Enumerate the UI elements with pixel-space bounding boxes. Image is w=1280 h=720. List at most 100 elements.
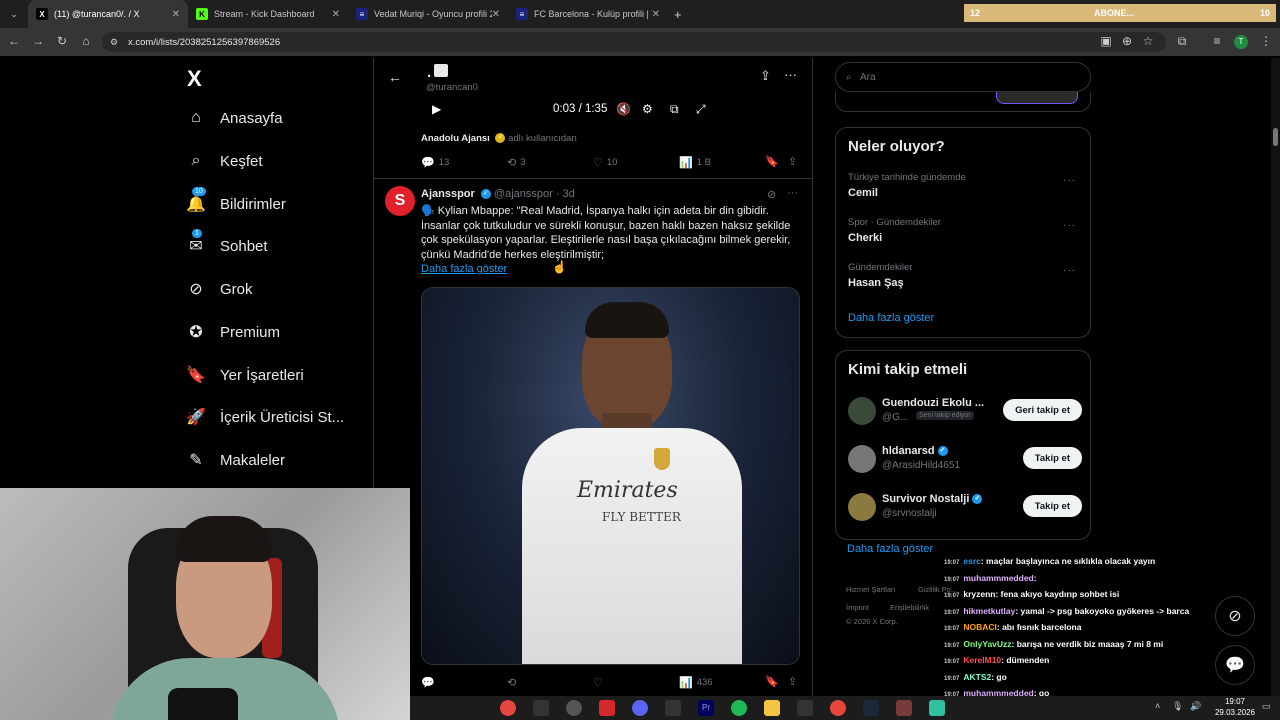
chat-username[interactable]: KerelM10 [963, 655, 1001, 665]
spotify-icon[interactable] [731, 700, 747, 716]
grok-fab[interactable]: ⊘ [1215, 596, 1255, 636]
cast-icon[interactable]: ▣ [1098, 34, 1114, 48]
app-red-icon[interactable] [599, 700, 615, 716]
tweet-image[interactable]: Emirates FLY BETTER [421, 287, 800, 665]
views-button[interactable]: 📊 436 [679, 676, 713, 689]
sidebar-item-8[interactable]: ✎ Makaleler [186, 450, 285, 470]
new-tab-button[interactable]: + [674, 7, 682, 22]
app-icon[interactable] [533, 700, 549, 716]
trend-more-icon[interactable]: ··· [1063, 220, 1076, 231]
author-handle[interactable]: @ajansspor [494, 188, 553, 200]
sidebar-item-0[interactable]: ⌂ Anasayfa [186, 108, 282, 128]
tray-up-icon[interactable]: ˄ [1155, 701, 1160, 711]
clock-time[interactable]: 19:07 [1215, 697, 1255, 706]
profile-avatar[interactable]: T [1234, 35, 1248, 49]
zoom-icon[interactable]: ⊕ [1119, 34, 1135, 48]
chrome-active-icon[interactable] [830, 700, 846, 716]
chat-username[interactable]: esrc [963, 556, 981, 566]
chrome-icon[interactable] [500, 700, 516, 716]
avatar[interactable] [848, 397, 876, 425]
notification-icon[interactable]: ▭ [1262, 701, 1271, 712]
sidebar-item-3[interactable]: ✉ 1 Sohbet [186, 229, 268, 256]
reading-list-icon[interactable]: ≡ [1209, 34, 1225, 48]
pip-icon[interactable]: ⧉ [670, 102, 679, 117]
tab-muriqi[interactable]: ≡ Vedat Muriqi - Oyuncu profili 2 ✕ [348, 0, 508, 28]
fullscreen-icon[interactable]: ⤢ [696, 102, 706, 117]
footer-terms-link[interactable]: Hizmet Şartları [846, 585, 896, 594]
sidebar-item-4[interactable]: ⊘ Grok [186, 279, 252, 299]
views-button[interactable]: 📊 1 B [679, 156, 711, 169]
sidebar-item-2[interactable]: 🔔 10 Bildirimler [186, 187, 286, 214]
sidebar-item-7[interactable]: 🚀 İçerik Üreticisi St... [186, 407, 344, 427]
sidebar-item-1[interactable]: ⌕ Keşfet [186, 151, 263, 171]
x-logo[interactable]: X [187, 66, 202, 92]
show-more-link[interactable]: Daha fazla göster [421, 263, 507, 275]
repost-button[interactable]: ⟲ [507, 676, 520, 689]
premiere-icon[interactable]: Pr [698, 700, 714, 716]
discord-icon[interactable] [632, 700, 648, 716]
share-icon[interactable]: ⇪ [788, 155, 797, 168]
mute-icon[interactable]: 🔇 [616, 102, 631, 116]
reload-icon[interactable]: ↻ [54, 34, 70, 48]
forward-icon[interactable]: → [30, 34, 46, 48]
clock-date[interactable]: 29.03.2026 [1210, 708, 1260, 717]
reply-button[interactable]: 💬 [421, 676, 439, 689]
obs-icon[interactable] [566, 700, 582, 716]
bookmark-star-icon[interactable]: ☆ [1140, 34, 1156, 48]
game-icon[interactable] [896, 700, 912, 716]
play-icon[interactable]: ▶ [432, 102, 441, 116]
author-name[interactable]: Ajansspor [421, 188, 475, 200]
url-input[interactable]: ⚙ x.com/i/lists/2038251256397869526 [102, 32, 1166, 52]
tweet-avatar[interactable]: S [385, 186, 415, 216]
app-icon[interactable] [797, 700, 813, 716]
messages-fab[interactable]: 💬 [1215, 645, 1255, 685]
close-tab-icon[interactable]: ✕ [652, 9, 660, 20]
like-button[interactable]: ♡ [593, 676, 607, 689]
more-icon[interactable]: ··· [784, 67, 797, 82]
close-tab-icon[interactable]: ✕ [332, 9, 340, 20]
trends-show-more-link[interactable]: Daha fazla göster [848, 312, 934, 324]
trend-more-icon[interactable]: ··· [1063, 265, 1076, 276]
footer-accessibility-link[interactable]: Erişilebilirlik [890, 603, 929, 612]
footer-imprint-link[interactable]: İmprint [846, 603, 869, 612]
chat-username[interactable]: hikmetkutlay [963, 606, 1015, 616]
bookmark-icon[interactable]: 🔖 [765, 675, 779, 688]
avatar[interactable] [848, 493, 876, 521]
menu-icon[interactable]: ⋮ [1258, 34, 1274, 48]
scrollbar-thumb[interactable] [1273, 128, 1278, 146]
app-icon[interactable] [665, 700, 681, 716]
extensions-icon[interactable]: ⧉ [1174, 34, 1190, 49]
repost-button[interactable]: ⟲ 3 [507, 156, 526, 169]
tab-barcelona[interactable]: ≡ FC Barcelona - Kulüp profili | Tr ✕ [508, 0, 668, 28]
tab-search-dropdown[interactable]: ⌄ [0, 9, 28, 20]
tweet-time[interactable]: · 3d [556, 188, 575, 200]
bookmark-icon[interactable]: 🔖 [765, 155, 779, 168]
chat-username[interactable]: muhammmedded [963, 573, 1033, 583]
sidebar-item-6[interactable]: 🔖 Yer İşaretleri [186, 365, 304, 385]
follow-suggestion[interactable]: hldanarsd ✓ @ArasidHild4651 Takip et [848, 443, 1082, 479]
steam-icon[interactable] [863, 700, 879, 716]
scrollbar[interactable] [1271, 58, 1280, 696]
home-button-icon[interactable]: ⌂ [78, 34, 94, 48]
share-icon[interactable]: ⇪ [788, 675, 797, 688]
chat-username[interactable]: OnlyYavUzz [963, 639, 1011, 649]
chat-username[interactable]: AKTS2 [963, 672, 991, 682]
site-info-icon[interactable]: ⚙ [110, 37, 118, 48]
follow-back-button[interactable]: Geri takip et [1003, 399, 1082, 421]
sidebar-item-5[interactable]: ✪ Premium [186, 322, 280, 342]
tweet-more-icon[interactable]: ··· [787, 187, 798, 199]
tab-kick[interactable]: K Stream - Kick Dashboard ✕ [188, 0, 348, 28]
explorer-icon[interactable] [764, 700, 780, 716]
follow-suggestion[interactable]: Guendouzi Ekolu ... @G... Seni takip edi… [848, 395, 1082, 431]
close-tab-icon[interactable]: ✕ [172, 9, 180, 20]
avatar[interactable] [848, 445, 876, 473]
volume-icon[interactable]: 🔊 [1190, 701, 1201, 712]
follow-button[interactable]: Takip et [1022, 495, 1082, 517]
back-arrow-icon[interactable]: ← [388, 69, 402, 85]
mic-icon[interactable]: 🎙 [1172, 701, 1183, 712]
trend-more-icon[interactable]: ··· [1063, 175, 1076, 186]
who-show-more-link[interactable]: Daha fazla göster [847, 543, 933, 555]
search-input[interactable]: ⌕ Ara [835, 62, 1091, 92]
follow-button[interactable]: Takip et [1022, 447, 1082, 469]
follow-suggestion[interactable]: Survivor Nostalji ✓ @srvnostalji Takip et [848, 491, 1082, 527]
